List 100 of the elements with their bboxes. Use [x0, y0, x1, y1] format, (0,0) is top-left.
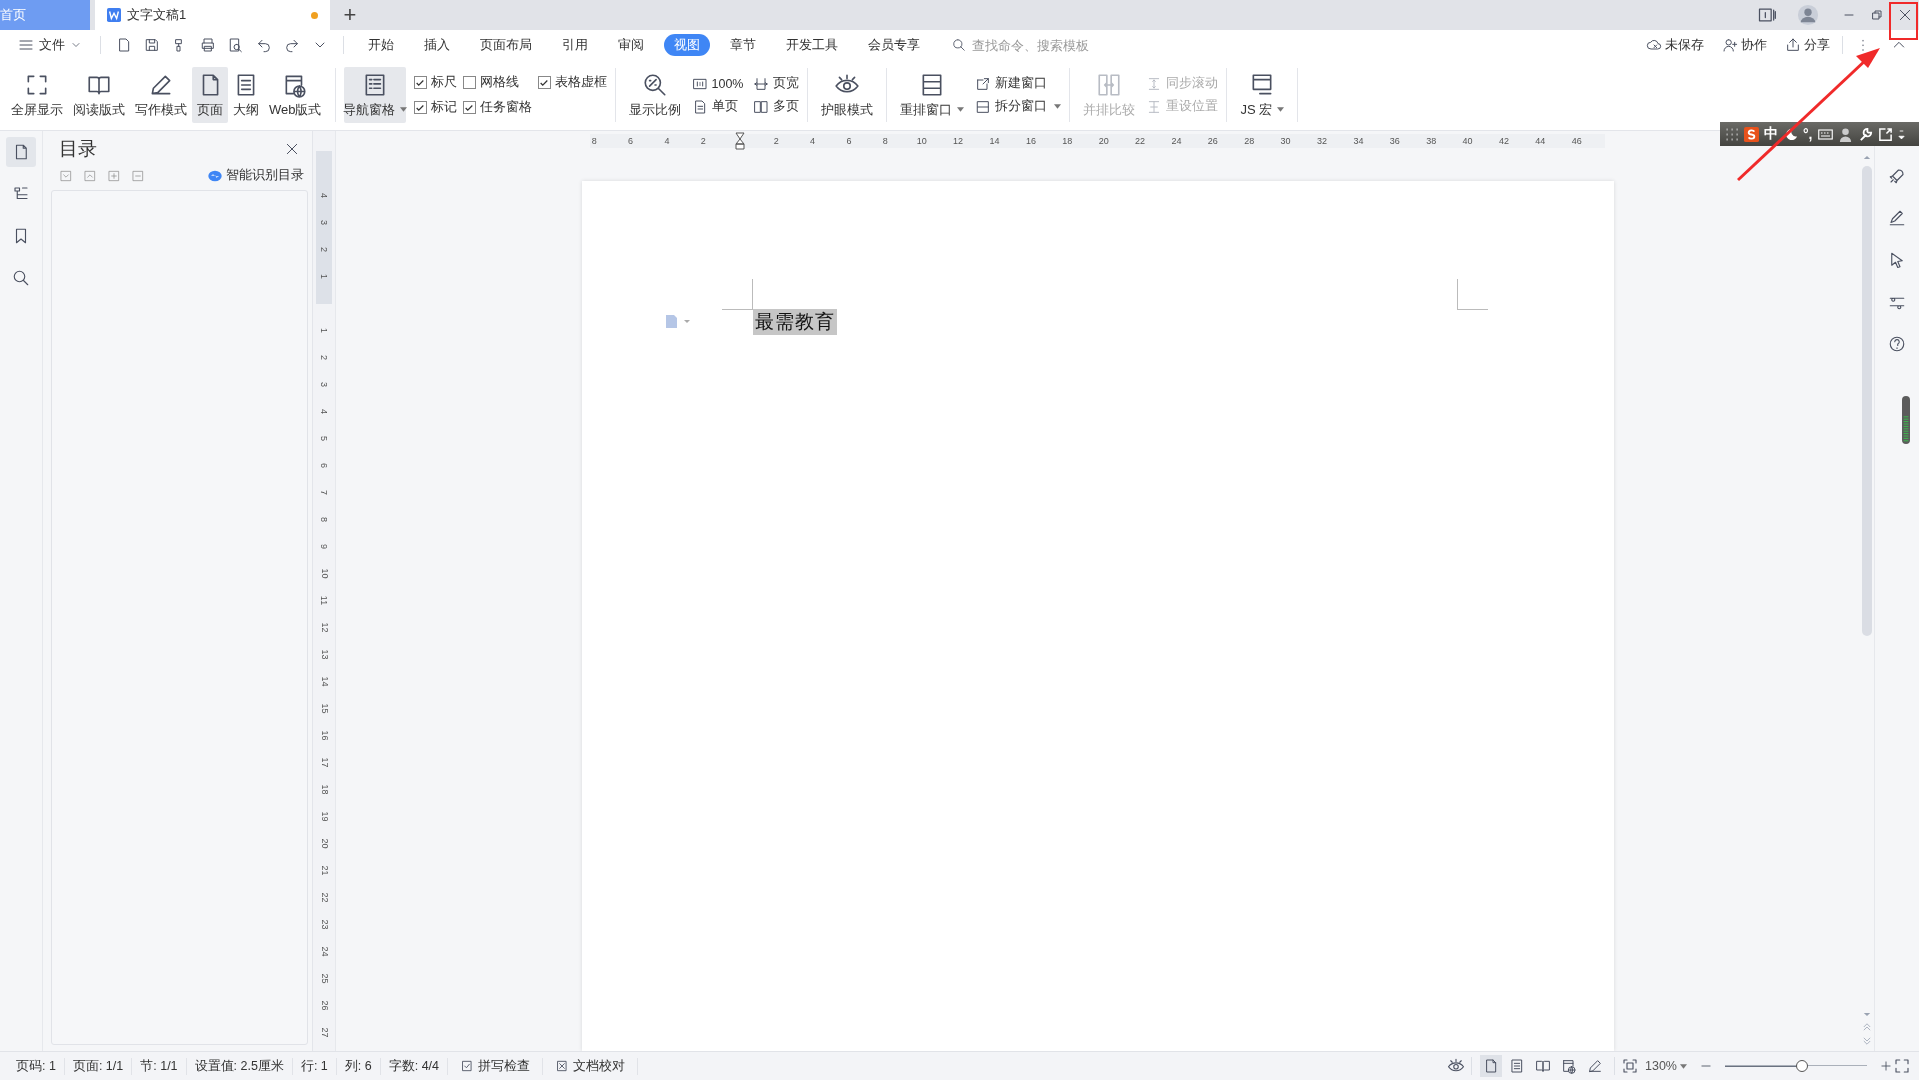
ribbon-tab[interactable]: 审阅 — [608, 34, 654, 56]
zoom-option-button[interactable]: 单页 — [691, 98, 744, 115]
navigation-pane-button[interactable]: 导航窗格 — [343, 67, 406, 123]
input-mode-text[interactable]: 中 — [1764, 125, 1778, 143]
view-mode-button[interactable]: Web版式 — [264, 67, 327, 123]
zoom-level-dropdown[interactable]: 130% — [1645, 1059, 1687, 1073]
macro-button[interactable]: JS 宏 — [1235, 67, 1290, 123]
close-icon[interactable] — [284, 141, 300, 157]
window-option-button[interactable]: 新建窗口 — [975, 75, 1062, 92]
toolbar-action-button[interactable]: 协作 — [1722, 36, 1767, 54]
ribbon-tab[interactable]: 视图 — [664, 34, 710, 56]
ruler-number: 22 — [1134, 136, 1147, 146]
ruler-number: 27 — [318, 1027, 331, 1038]
print-icon[interactable] — [200, 37, 216, 53]
ruler-number: 28 — [1243, 136, 1256, 146]
ribbon-tab[interactable]: 开始 — [358, 34, 404, 56]
status-check-button[interactable]: 拼写检查 — [448, 1057, 544, 1075]
new-tab-button[interactable]: + — [330, 2, 370, 28]
ribbon-tab[interactable]: 引用 — [552, 34, 598, 56]
print-preview-icon[interactable] — [228, 37, 244, 53]
caret-icon — [1680, 1063, 1687, 1069]
zoom-option-button[interactable]: 页宽 — [753, 75, 800, 92]
restore-icon[interactable] — [1869, 7, 1885, 23]
rearrange-window-button[interactable]: 重排窗口 — [895, 67, 970, 123]
option-checkbox[interactable]: 表格虚框 — [537, 74, 607, 91]
collaborate-icon — [1722, 37, 1738, 53]
ruler-number: 8 — [318, 517, 331, 522]
document-tab[interactable]: 文字文稿1 — [95, 0, 330, 30]
document-list-icon[interactable] — [6, 137, 36, 167]
option-checkbox[interactable]: 标记 — [413, 99, 457, 116]
fullscreen-icon[interactable] — [1893, 1057, 1911, 1075]
checkmark-icon — [415, 102, 425, 113]
ruler-number: 3 — [318, 220, 331, 225]
scrollbar-thumb[interactable] — [1862, 166, 1872, 636]
checked-box-icon — [460, 1059, 475, 1073]
keyboard-icon[interactable] — [1817, 126, 1833, 142]
ruler-number: 20 — [1097, 136, 1110, 146]
view-mode-button[interactable]: 写作模式 — [130, 67, 192, 123]
ruler-number: 38 — [1425, 136, 1438, 146]
status-text: 字数: 4/4 — [380, 1057, 449, 1075]
ribbon-tab[interactable]: 页面布局 — [470, 34, 542, 56]
ribbon-tab[interactable]: 插入 — [414, 34, 460, 56]
ruler-number: 16 — [318, 730, 331, 741]
status-check-button[interactable]: 文档校对 — [543, 1057, 639, 1075]
zoom-option-button[interactable]: 多页 — [753, 98, 800, 115]
view-mode-button[interactable]: 阅读版式 — [68, 67, 130, 123]
ruler-number: 4 — [809, 136, 817, 146]
fit-page-icon[interactable] — [1621, 1057, 1639, 1075]
margin-corner-mark — [1457, 279, 1488, 310]
punctuation-mode-text[interactable]: °, — [1803, 126, 1813, 142]
ruler-number: 14 — [318, 676, 331, 687]
window-option-button[interactable]: 拆分窗口 — [975, 98, 1062, 115]
ruler-number: 4 — [318, 409, 331, 414]
view-mode-button[interactable]: 页面 — [192, 67, 228, 123]
external-link-icon[interactable] — [1877, 126, 1893, 142]
new-document-icon[interactable] — [116, 37, 132, 53]
search-field[interactable]: 查找命令、搜索模板 — [952, 36, 1114, 54]
toolbar-action-button[interactable]: 未保存 — [1646, 36, 1704, 54]
eye-care-button[interactable]: 护眼模式 — [816, 67, 879, 123]
undo-icon[interactable] — [256, 37, 272, 53]
ruler-number: 26 — [1206, 136, 1219, 146]
wrench-icon[interactable] — [1857, 126, 1873, 142]
view-mode-button[interactable]: 大纲 — [228, 67, 264, 123]
ruler-number: 23 — [318, 919, 331, 930]
sogou-logo-icon[interactable] — [1744, 126, 1759, 142]
status-text: 设置值: 2.5厘米 — [186, 1057, 293, 1075]
grip-icon[interactable] — [1724, 126, 1739, 142]
caret-icon — [1054, 104, 1062, 109]
toolbar-action-button[interactable]: 分享 — [1785, 36, 1830, 54]
margin-corner-mark — [722, 279, 753, 310]
ruler-number: 16 — [1024, 136, 1037, 146]
ribbon-tab[interactable]: 会员专享 — [858, 34, 930, 56]
ruler-number: 17 — [318, 757, 331, 768]
zoom-slider[interactable] — [1725, 1060, 1867, 1072]
smart-toc-button[interactable]: 智能识别目录 — [207, 167, 304, 184]
save-icon[interactable] — [144, 37, 160, 53]
zoom-option-button[interactable]: 100% — [691, 75, 744, 92]
file-menu-button[interactable]: 文件 — [12, 36, 88, 54]
avatar-icon[interactable] — [1797, 4, 1819, 26]
user-icon[interactable] — [1837, 126, 1853, 142]
zoom-ratio-button[interactable]: 显示比例 — [623, 67, 686, 123]
close-icon[interactable] — [1897, 7, 1913, 23]
writer-logo-icon — [107, 8, 121, 22]
panel-title: 目录 — [59, 137, 97, 161]
option-checkbox[interactable]: 任务窗格 — [462, 99, 532, 116]
status-text: 节: 1/1 — [132, 1057, 187, 1075]
ribbon-tab[interactable]: 章节 — [720, 34, 766, 56]
document-text: 最需教育 — [753, 309, 837, 335]
indent-marker-icon[interactable] — [734, 132, 745, 150]
ribbon-tab[interactable]: 开发工具 — [776, 34, 848, 56]
page-view-icon[interactable] — [1480, 1055, 1502, 1077]
ruler-number: 36 — [1388, 136, 1401, 146]
ruler-number: 2 — [318, 355, 331, 360]
ruler-number: 10 — [318, 568, 331, 579]
option-checkbox[interactable]: 网格线 — [462, 74, 532, 91]
ruler-number: 2 — [318, 247, 331, 252]
highlight-frame — [1889, 2, 1918, 40]
view-mode-button[interactable]: 全屏显示 — [6, 67, 68, 123]
option-checkbox[interactable]: 标尺 — [413, 74, 457, 91]
redo-icon[interactable] — [284, 37, 300, 53]
